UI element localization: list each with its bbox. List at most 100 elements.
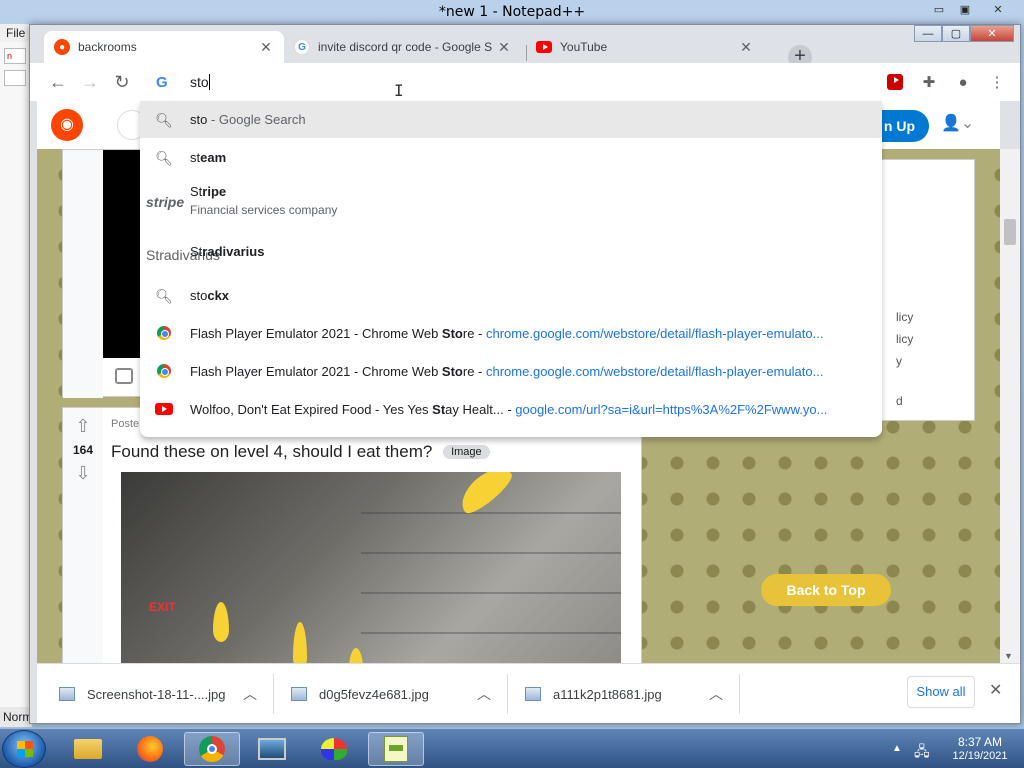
paint-icon[interactable] <box>306 732 362 766</box>
brick-line <box>361 632 621 634</box>
show-all-button[interactable]: Show all <box>907 676 975 708</box>
user-menu-icon[interactable]: 👤⌄ <box>941 113 974 133</box>
close-button[interactable]: ✕ <box>978 2 1018 19</box>
brick-line <box>361 592 621 594</box>
download-item[interactable]: a111k2p1t8681.jpg <box>525 676 662 712</box>
sidebar-link[interactable]: licy <box>896 332 913 346</box>
downvote-arrow-icon[interactable]: ⇩ <box>63 463 103 484</box>
suggestion-item[interactable]: stripe Stripe Financial services company <box>140 176 882 226</box>
notepadpp-status-bar: Norm <box>0 707 32 727</box>
start-button[interactable] <box>2 730 46 768</box>
scroll-down-arrow-icon[interactable]: ▼ <box>1004 651 1013 661</box>
suggestion-text: Stradivarius <box>190 244 265 259</box>
system-tray: ▲ 🖧 8:37 AM 12/19/2021 <box>890 735 1024 765</box>
screen-icon[interactable] <box>244 732 300 766</box>
text-caret <box>208 74 210 90</box>
suggestion-item[interactable]: 🔍︎ stockx <box>140 276 882 314</box>
chrome-webstore-icon <box>150 364 178 381</box>
suggestion-item[interactable]: 🔍︎ steam <box>140 138 882 176</box>
maximize-button[interactable]: ▢ <box>942 25 970 42</box>
download-item[interactable]: Screenshot-18-11-....jpg <box>59 676 226 712</box>
tab-google-search[interactable]: G invite discord qr code - Google S ✕ <box>284 31 522 63</box>
back-to-top-button[interactable]: Back to Top <box>761 574 891 606</box>
sidebar-link[interactable]: d <box>896 394 903 408</box>
notepadpp-title: *new 1 - Notepad++ <box>438 4 586 20</box>
tab-strip: ● backrooms ✕ G invite discord qr code -… <box>44 31 820 69</box>
suggestion-url: chrome.google.com/webstore/detail/flash-… <box>486 364 824 379</box>
post-title-text[interactable]: Found these on level 4, should I eat the… <box>111 442 432 461</box>
suggestion-text: steam <box>190 150 227 165</box>
profile-icon[interactable]: ● <box>952 71 974 93</box>
youtube-icon <box>150 402 178 418</box>
forward-button[interactable]: → <box>76 69 104 97</box>
download-item[interactable]: d0g5fevz4e681.jpg <box>291 676 429 712</box>
reddit-logo-icon[interactable]: ◉ <box>51 109 83 141</box>
suggestion-item[interactable]: Stradivarius Stradivarius <box>140 226 882 276</box>
download-filename: a111k2p1t8681.jpg <box>553 686 662 702</box>
scrollbar-thumb[interactable] <box>1004 219 1016 245</box>
address-bar[interactable]: G sto <box>140 63 882 101</box>
notepadpp-file-tab[interactable]: n <box>4 48 26 64</box>
minimize-button[interactable]: — <box>914 25 942 42</box>
chevron-up-icon[interactable]: ︿ <box>477 684 491 704</box>
tab-youtube[interactable]: YouTube ✕ <box>526 31 764 63</box>
vote-column <box>63 150 103 398</box>
download-shelf: Screenshot-18-11-....jpg ︿ d0g5fevz4e681… <box>37 663 1020 723</box>
close-button[interactable]: ✕ <box>970 25 1014 42</box>
close-icon[interactable]: ✕ <box>496 39 512 56</box>
suggestion-text: stockx <box>190 288 230 303</box>
menu-file-label: File <box>6 26 26 40</box>
suggestion-url: google.com/url?sa=i&url=https%3A%2F%2Fww… <box>515 402 828 417</box>
suggestion-item[interactable]: Flash Player Emulator 2021 - Chrome Web … <box>140 352 882 390</box>
maximize-button[interactable]: ▣ <box>952 2 978 19</box>
text-cursor-icon: I <box>394 81 404 100</box>
post-image[interactable]: EXIT <box>121 472 621 663</box>
notepadpp-menu-file[interactable]: File <box>0 24 30 42</box>
show-hidden-icons-arrow-icon[interactable]: ▲ <box>892 743 902 754</box>
divider <box>507 674 508 714</box>
divider <box>273 674 274 714</box>
close-icon[interactable]: ✕ <box>738 39 754 56</box>
clock-time[interactable]: 8:37 AM <box>950 735 1010 749</box>
reload-button[interactable]: ↻ <box>108 69 136 97</box>
suggestion-text: Stripe Financial services company <box>190 184 338 217</box>
post-flair[interactable]: Image <box>443 445 490 459</box>
close-icon[interactable]: ✕ <box>989 680 1002 700</box>
suggestion-item[interactable]: Wolfoo, Don't Eat Expired Food - Yes Yes… <box>140 390 882 430</box>
firefox-icon[interactable] <box>122 732 178 766</box>
notepadpp-icon[interactable] <box>368 732 424 766</box>
suggestion-item[interactable]: 🔍︎ sto - Google Search <box>140 101 882 138</box>
puzzle-icon[interactable]: ✚ <box>918 71 940 93</box>
google-icon: G <box>156 74 168 91</box>
close-icon[interactable]: ✕ <box>258 39 274 56</box>
upvote-arrow-icon[interactable]: ⇧ <box>63 416 103 437</box>
youtube-extension-icon[interactable] <box>884 71 906 93</box>
minimize-button[interactable]: ▭ <box>926 2 952 19</box>
back-button[interactable]: ← <box>44 69 72 97</box>
notepadpp-titlebar[interactable]: *new 1 - Notepad++ ▭ ▣ ✕ <box>0 0 1024 24</box>
chrome-icon[interactable] <box>184 732 240 766</box>
page-scrollbar[interactable]: ▼ <box>1000 149 1020 663</box>
address-input[interactable]: sto <box>190 74 210 90</box>
download-filename: Screenshot-18-11-....jpg <box>87 686 226 702</box>
clock-date[interactable]: 12/19/2021 <box>946 750 1014 762</box>
network-icon[interactable]: 🖧 <box>914 741 930 765</box>
search-icon: 🔍︎ <box>155 150 173 166</box>
reddit-icon: ● <box>54 39 70 55</box>
post-card[interactable]: ⇧ 164 ⇩ Poste Found these on level 4, sh… <box>62 407 642 663</box>
post-title[interactable]: Found these on level 4, should I eat the… <box>111 442 490 462</box>
tab-backrooms[interactable]: ● backrooms ✕ <box>44 31 284 63</box>
tab-separator <box>526 45 527 61</box>
suggestion-item[interactable]: Flash Player Emulator 2021 - Chrome Web … <box>140 314 882 352</box>
divider <box>739 674 740 714</box>
tab-title: invite discord qr code - Google S <box>318 40 493 54</box>
sidebar-link[interactable]: licy <box>896 310 913 324</box>
exit-sign: EXIT <box>149 600 176 614</box>
comment-icon[interactable] <box>115 368 133 384</box>
chevron-up-icon[interactable]: ︿ <box>709 684 723 704</box>
file-explorer-icon[interactable] <box>60 732 116 766</box>
kebab-menu-icon[interactable]: ⋮ <box>986 71 1008 93</box>
notepadpp-file-tab[interactable] <box>4 70 26 86</box>
sidebar-link[interactable]: y <box>896 354 902 368</box>
chevron-up-icon[interactable]: ︿ <box>243 684 257 704</box>
